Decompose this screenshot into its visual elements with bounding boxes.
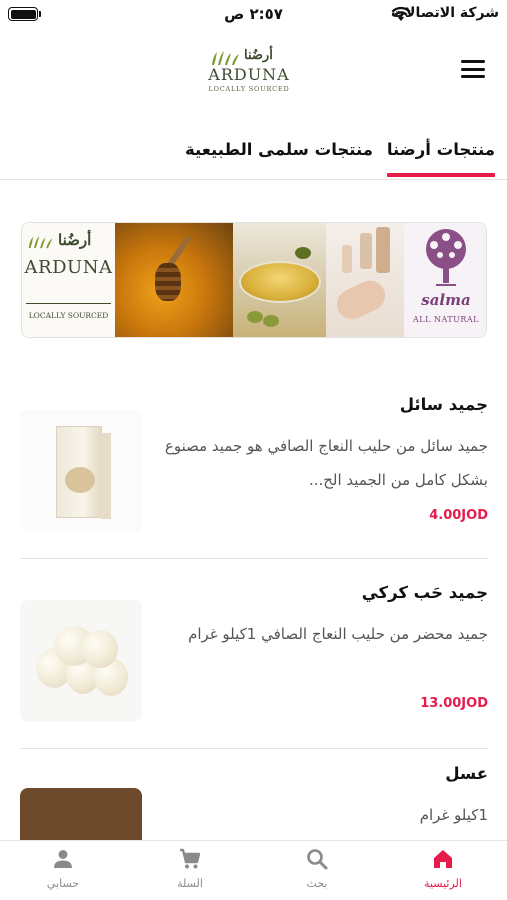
product-card[interactable]: جميد حَب كركي جميد محضر من حليب النعاج ا… (20, 583, 488, 728)
account-icon (54, 850, 72, 868)
product-image[interactable] (20, 600, 142, 722)
product-description: 1كيلو غرام (419, 806, 488, 824)
product-price: 4.00JOD (429, 508, 488, 523)
app-header: أرضُنا ARDUNA LOCALLY SOURCED (0, 30, 507, 122)
nav-home[interactable]: الرئيسية (380, 841, 506, 900)
tree-icon (426, 229, 466, 286)
product-card[interactable]: جميد سائل جميد سائل من حليب النعاج الصاف… (20, 395, 488, 540)
nav-label: السلة (177, 877, 203, 890)
logo-name: ARDUNA (208, 65, 290, 84)
promo-banner[interactable]: أرضُنا ARDUNA LOCALLY SOURCED salma ALL (21, 222, 487, 338)
product-title[interactable]: جميد سائل (400, 395, 488, 414)
banner-arduna-tagline: LOCALLY SOURCED (28, 311, 109, 320)
nav-label: بحث (306, 877, 328, 890)
nav-label: حسابي (46, 877, 80, 890)
product-description: جميد سائل من حليب النعاج الصافي هو جميد … (164, 437, 488, 489)
banner-arduna-logo: أرضُنا ARDUNA LOCALLY SOURCED (22, 223, 115, 337)
nav-search[interactable]: بحث (254, 841, 380, 900)
arduna-logo[interactable]: أرضُنا ARDUNA LOCALLY SOURCED (206, 48, 292, 98)
tab-arduna-products[interactable]: منتجات أرضنا (386, 140, 495, 177)
product-title[interactable]: جميد حَب كركي (362, 583, 488, 602)
product-image[interactable] (20, 410, 142, 532)
logo-arabic-text: أرضُنا (244, 48, 273, 63)
banner-salma-tagline: ALL NATURAL (413, 315, 479, 324)
banner-arduna-name: ARDUNA (24, 257, 113, 278)
product-title[interactable]: عسل (445, 766, 488, 783)
product-price: 13.00JOD (420, 696, 488, 711)
tab-label: منتجات سلمى الطبيعية (184, 140, 373, 159)
carrier-name: شركة الاتصالات (390, 5, 499, 21)
tab-salma-products[interactable]: منتجات سلمى الطبيعية (185, 140, 373, 159)
banner-salma-logo: salma ALL NATURAL (404, 223, 486, 337)
bottom-navigation: الرئيسية بحث السلة حسابي (0, 840, 507, 900)
nav-label: الرئيسية (424, 877, 462, 890)
leaves-icon (28, 235, 53, 249)
banner-divider-line (26, 303, 111, 304)
product-image[interactable] (20, 788, 142, 840)
tab-label: منتجات أرضنا (386, 140, 495, 159)
banner-arduna-arabic: أرضُنا (58, 231, 92, 249)
banner-cosmetics-photo (326, 223, 404, 337)
list-divider (20, 558, 488, 559)
home-icon (434, 850, 452, 868)
status-bar: ٢:٥٧ ص شركة الاتصالات (0, 0, 507, 30)
product-description: جميد محضر من حليب النعاج الصافي 1كيلو غر… (188, 625, 488, 643)
cart-icon (180, 848, 201, 869)
banner-olive-oil-photo (233, 223, 326, 337)
leaves-icon (212, 51, 239, 65)
search-icon (307, 849, 328, 870)
list-divider (20, 748, 488, 749)
nav-cart[interactable]: السلة (127, 841, 253, 900)
category-tabs: منتجات أرضنا منتجات سلمى الطبيعية (0, 130, 507, 180)
active-tab-indicator (386, 173, 495, 177)
banner-salma-name: salma (421, 291, 471, 309)
product-card[interactable]: عسل 1كيلو غرام (20, 766, 488, 840)
banner-honey-photo (115, 223, 233, 337)
hamburger-menu-icon[interactable] (461, 60, 485, 80)
logo-tagline: LOCALLY SOURCED (208, 85, 290, 93)
nav-account[interactable]: حسابي (0, 841, 126, 900)
